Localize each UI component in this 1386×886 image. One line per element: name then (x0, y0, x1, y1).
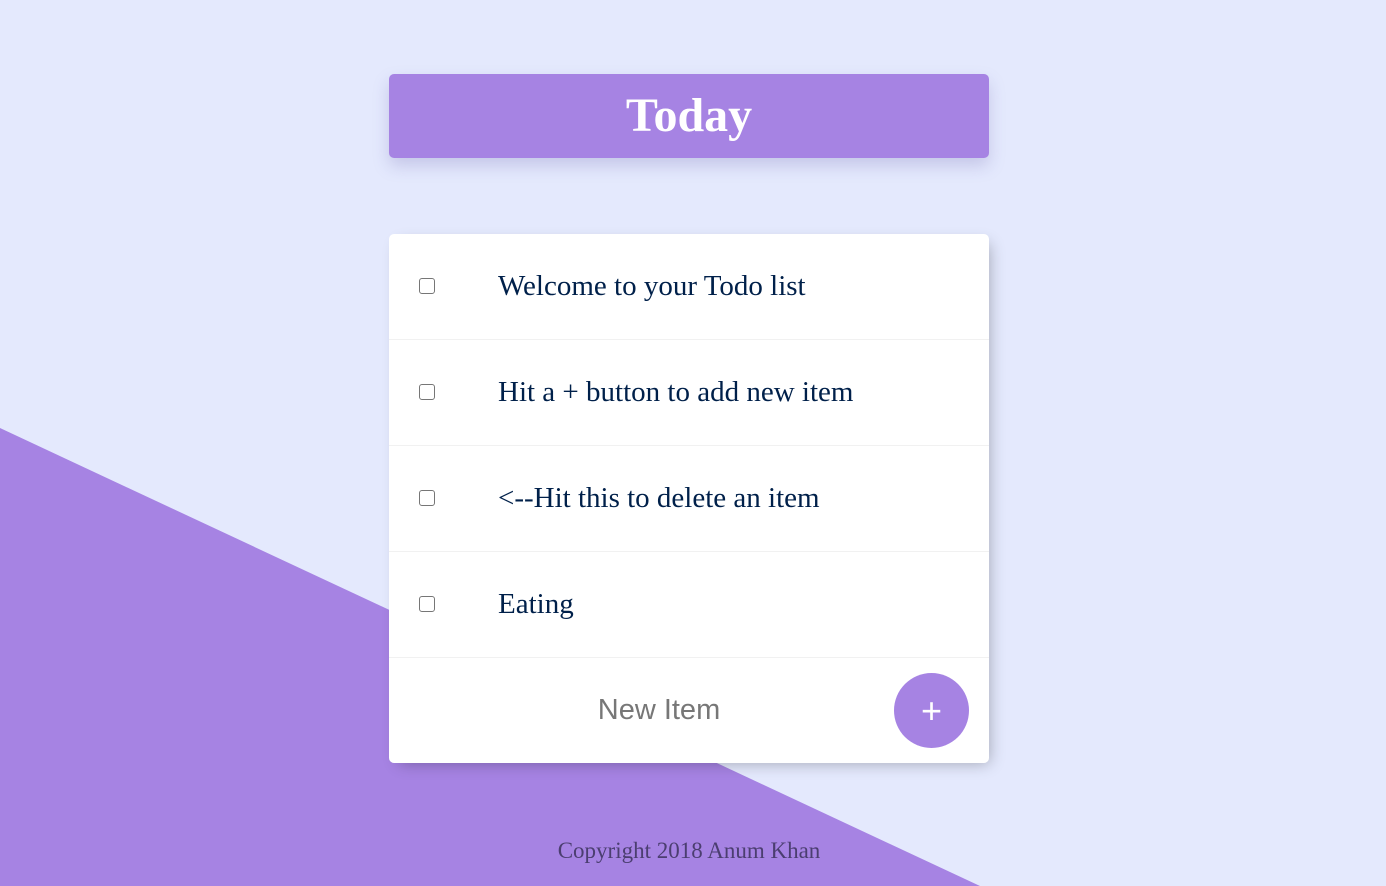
add-item-button[interactable]: + (894, 673, 969, 748)
list-item: Hit a + button to add new item (389, 340, 989, 446)
footer: Copyright 2018 Anum Khan (389, 836, 989, 866)
list-item: <--Hit this to delete an item (389, 446, 989, 552)
item-checkbox[interactable] (419, 490, 435, 506)
new-item-form: + (389, 658, 989, 763)
todo-list-box: Welcome to your Todo list Hit a + button… (389, 234, 989, 763)
item-label: Hit a + button to add new item (498, 376, 854, 408)
list-item: Eating (389, 552, 989, 658)
heading-box: Today (389, 74, 989, 158)
item-checkbox[interactable] (419, 384, 435, 400)
item-label: Eating (498, 588, 574, 620)
item-label: <--Hit this to delete an item (498, 482, 820, 514)
item-checkbox[interactable] (419, 278, 435, 294)
item-label: Welcome to your Todo list (498, 270, 806, 302)
page-title: Today (625, 89, 753, 142)
copyright-text: Copyright 2018 Anum Khan (557, 838, 821, 863)
list-item: Welcome to your Todo list (389, 234, 989, 340)
new-item-input[interactable] (509, 688, 809, 732)
item-checkbox[interactable] (419, 596, 435, 612)
